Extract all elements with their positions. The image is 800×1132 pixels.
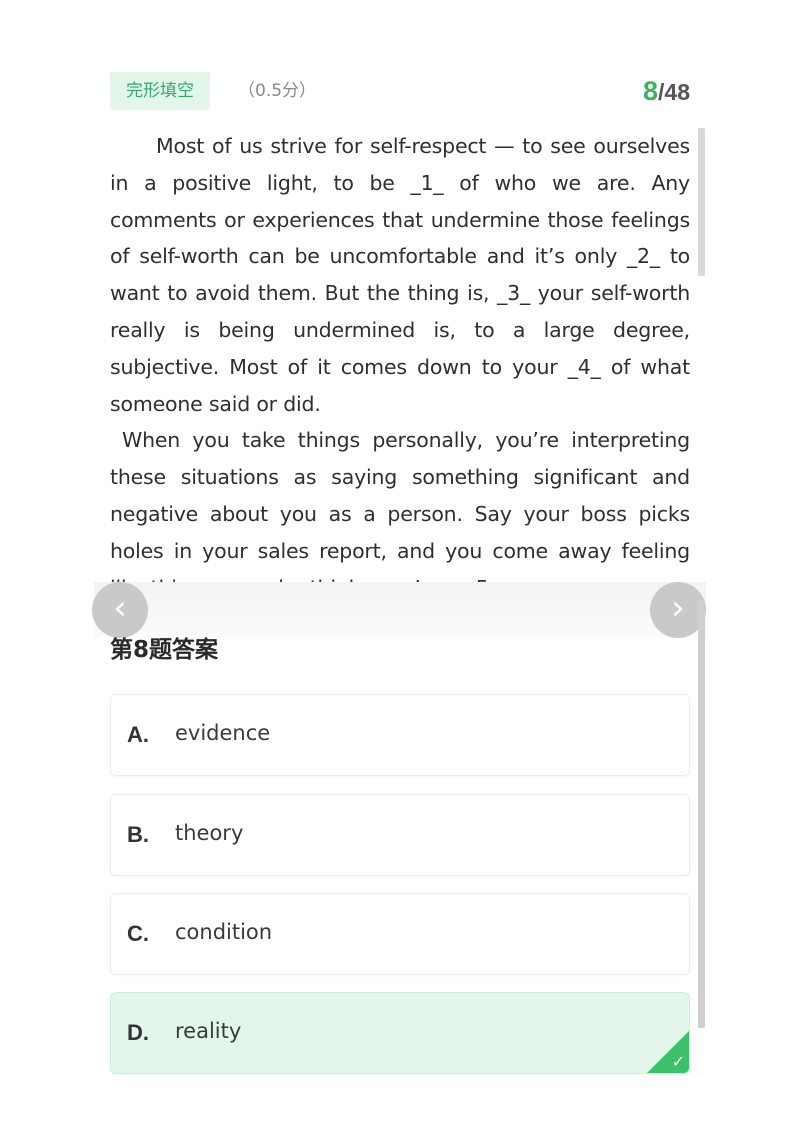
reading-passage: Most of us strive for self-respect — to … bbox=[110, 128, 690, 592]
question-header: 完形填空 （0.5分） 8/48 bbox=[110, 72, 690, 112]
option-a[interactable]: A. evidence bbox=[110, 694, 690, 776]
previous-question-button[interactable]: ‹ bbox=[92, 582, 148, 638]
question-type-badge: 完形填空 bbox=[110, 72, 210, 110]
answer-section-title: 第8题答案 bbox=[110, 637, 219, 663]
option-text: reality bbox=[175, 1019, 242, 1043]
option-letter: C. bbox=[127, 921, 149, 946]
chevron-left-icon: ‹ bbox=[113, 588, 127, 628]
answer-scrollbar[interactable] bbox=[698, 600, 705, 1028]
passage-scrollbar[interactable] bbox=[698, 128, 705, 276]
option-letter: B. bbox=[127, 822, 149, 847]
passage-paragraph-1: Most of us strive for self-respect — to … bbox=[110, 134, 690, 416]
option-d[interactable]: D. reality ✓ bbox=[110, 992, 690, 1074]
option-b[interactable]: B. theory bbox=[110, 794, 690, 876]
option-text: evidence bbox=[175, 721, 271, 745]
total-questions: 48 bbox=[664, 79, 690, 105]
current-question-number: 8 bbox=[642, 76, 659, 106]
option-letter: A. bbox=[127, 722, 149, 747]
question-score: （0.5分） bbox=[238, 81, 317, 101]
chevron-right-icon: › bbox=[671, 588, 685, 628]
passage-scroll-area[interactable]: Most of us strive for self-respect — to … bbox=[110, 128, 690, 592]
pane-divider[interactable] bbox=[94, 582, 706, 638]
option-letter: D. bbox=[127, 1020, 149, 1045]
option-c[interactable]: C. condition bbox=[110, 893, 690, 975]
option-text: theory bbox=[175, 821, 244, 845]
question-counter: 8/48 bbox=[643, 74, 690, 113]
passage-paragraph-2: When you take things personally, you’re … bbox=[110, 428, 690, 592]
checkmark-icon: ✓ bbox=[671, 1052, 685, 1071]
option-text: condition bbox=[175, 920, 273, 944]
